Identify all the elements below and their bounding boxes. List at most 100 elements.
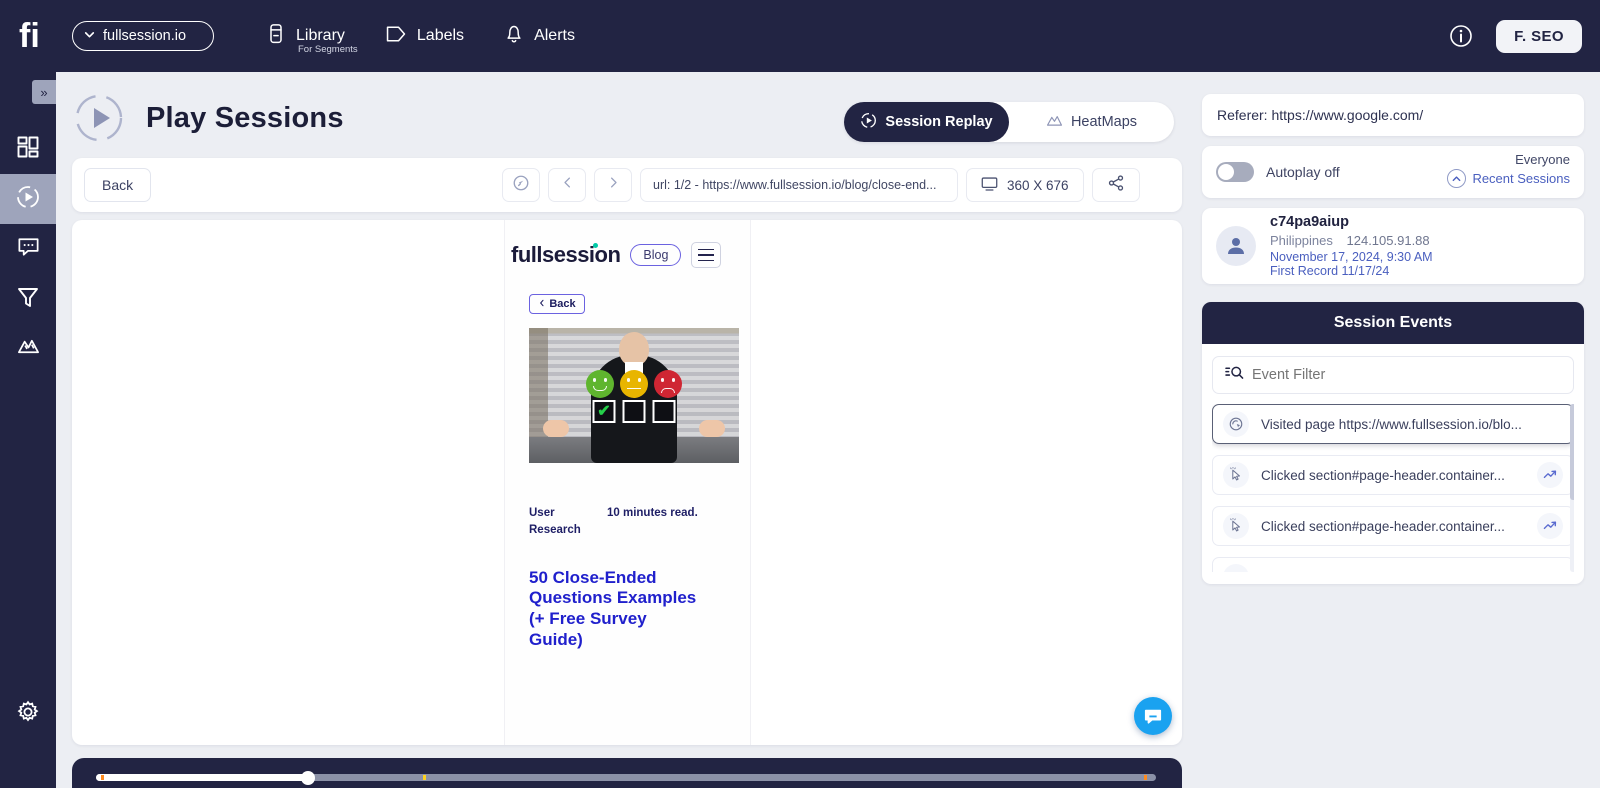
nav-item-library-label: Library [296, 27, 345, 44]
timeline-marker[interactable] [100, 775, 104, 780]
article-hero-image: ✔ [529, 328, 739, 463]
neutral-face-icon [620, 370, 648, 398]
sidebar-item-feedback[interactable] [0, 224, 56, 274]
hero-hand-right [699, 420, 725, 437]
autoplay-toggle-knob [1218, 164, 1234, 180]
replay-toolbar: Back url: 1/2 - https://www.fullsession.… [72, 158, 1182, 212]
grid-dashboard-icon [16, 135, 40, 164]
visitor-country: Philippines [1270, 233, 1333, 248]
list-item[interactable]: Visited page https://www.fullsession.io/… [1212, 404, 1574, 444]
replay-viewport[interactable]: fullsession Blog Back ✔ User Research 10… [72, 220, 1182, 745]
tab-heatmaps-label: HeatMaps [1070, 114, 1138, 130]
site-selector[interactable]: fullsession.io [72, 21, 214, 51]
scroll-down-arrow-icon[interactable]: ▼ [1569, 570, 1574, 572]
nav-item-labels[interactable]: Labels [385, 24, 464, 49]
check-icon: ✔ [597, 402, 611, 420]
sad-face-icon [654, 370, 682, 398]
trend-up-icon[interactable] [1537, 462, 1563, 488]
autoplay-toggle[interactable] [1216, 162, 1254, 182]
info-icon[interactable] [1448, 23, 1474, 49]
trend-up-icon[interactable] [1537, 513, 1563, 539]
user-avatar-icon [1216, 226, 1256, 266]
visitor-location: Philippines 124.105.91.88 [1270, 233, 1433, 248]
visitor-card[interactable]: c74pa9aiup Philippines 124.105.91.88 Nov… [1202, 208, 1584, 284]
event-filter-box[interactable] [1212, 356, 1574, 394]
chevron-left-icon [560, 175, 575, 195]
svg-text:fi: fi [19, 17, 40, 55]
nav-item-alerts[interactable]: Alerts [504, 23, 575, 50]
chevron-left-icon [538, 298, 546, 310]
hamburger-icon[interactable] [691, 242, 722, 268]
sentiment-checkboxes: ✔ [592, 400, 676, 423]
segment-selector: Everyone Recent Sessions [1447, 152, 1570, 188]
hero-hand-left [543, 420, 569, 437]
bell-icon [504, 23, 524, 50]
list-item-label: Clicked section#page-header.container... [1261, 467, 1505, 483]
sidebar-item-play-sessions[interactable] [0, 174, 56, 224]
device-size-selector[interactable]: 360 X 676 [966, 168, 1084, 202]
progress-fill [96, 774, 308, 781]
checkbox-happy: ✔ [592, 400, 616, 423]
event-filter-input[interactable] [1252, 367, 1561, 383]
replayed-back-button[interactable]: Back [529, 294, 585, 314]
replayed-page: fullsession Blog Back ✔ User Research 10… [504, 220, 751, 745]
sidebar-expand-button[interactable]: » [32, 80, 56, 104]
checkbox-neutral [622, 400, 646, 423]
nav-item-library[interactable]: Library For Segments [266, 23, 358, 55]
nav-item-alerts-label: Alerts [534, 27, 575, 44]
back-button[interactable]: Back [84, 168, 152, 202]
events-scrollbar-thumb[interactable] [1570, 404, 1574, 500]
url-display[interactable]: url: 1/2 - https://www.fullsession.io/bl… [640, 168, 958, 202]
progress-track-wrap[interactable] [96, 771, 1156, 785]
mode-switch: Session Replay HeatMaps [844, 102, 1174, 142]
session-events-panel: Session Events Event Filter Visited page… [1202, 302, 1584, 584]
visitor-first-record: First Record 11/17/24 [1270, 264, 1390, 278]
chevron-right-icon [606, 175, 621, 195]
scroll-up-arrow-icon[interactable]: ▲ [1569, 404, 1574, 406]
chat-widget-icon[interactable] [1134, 697, 1172, 735]
timeline-marker[interactable] [423, 775, 427, 780]
sidebar-item-heatmaps[interactable] [0, 324, 56, 374]
top-nav-right: F. SEO [1448, 19, 1582, 53]
events-scrollbar[interactable] [1570, 404, 1574, 572]
recent-sessions-button[interactable]: Recent Sessions [1447, 169, 1570, 188]
list-item[interactable]: Clicked section#page-header.container... [1212, 506, 1574, 546]
sidebar-item-dashboard[interactable] [0, 124, 56, 174]
left-sidebar: » [0, 72, 56, 788]
timeline-marker[interactable] [1143, 775, 1147, 780]
list-item[interactable]: Clicked section#page-header.container... [1212, 455, 1574, 495]
list-item[interactable] [1212, 557, 1574, 572]
list-item-label: Clicked section#page-header.container... [1261, 518, 1505, 534]
chevron-up-circle-icon [1447, 169, 1467, 188]
sidebar-item-funnels[interactable] [0, 274, 56, 324]
autoplay-bar: Autoplay off Everyone Recent Sessions [1202, 146, 1584, 198]
replayed-site-logo-text: fullsession [511, 242, 621, 267]
fullsession-logo-icon[interactable]: fi [14, 14, 60, 58]
page-title: Play Sessions [146, 101, 344, 134]
share-button[interactable] [1091, 168, 1140, 202]
visited-page-icon [1223, 411, 1249, 437]
top-navigation-bar: fi fullsession.io Library For Segments L… [0, 0, 1600, 72]
locate-button[interactable] [502, 168, 540, 202]
article-title[interactable]: 50 Close-Ended Questions Examples (+ Fre… [529, 568, 699, 651]
visitor-ip: 124.105.91.88 [1346, 233, 1430, 248]
sentiment-faces [586, 370, 682, 398]
sidebar-item-settings[interactable] [0, 699, 56, 730]
tab-session-replay[interactable]: Session Replay [844, 102, 1009, 142]
chevrons-right-icon: » [40, 84, 48, 100]
nav-item-library-sub: For Segments [298, 43, 358, 55]
article-meta: User Research 10 minutes read. [529, 505, 750, 540]
blog-pill[interactable]: Blog [630, 244, 682, 266]
session-events-list: Visited page https://www.fullsession.io/… [1212, 404, 1574, 572]
progress-thumb[interactable] [301, 771, 315, 785]
prev-page-button[interactable] [548, 168, 586, 202]
replayed-page-header: fullsession Blog [505, 220, 750, 268]
player-controls: X1 Add comment 0:02/0:10 10 [72, 758, 1182, 788]
filter-search-icon [1225, 364, 1244, 386]
user-account-button[interactable]: F. SEO [1496, 19, 1582, 53]
label-tag-icon [385, 24, 407, 49]
tab-heatmaps[interactable]: HeatMaps [1009, 102, 1174, 142]
target-pin-icon [512, 174, 530, 197]
next-page-button[interactable] [594, 168, 632, 202]
autoplay-label: Autoplay off [1266, 164, 1340, 180]
